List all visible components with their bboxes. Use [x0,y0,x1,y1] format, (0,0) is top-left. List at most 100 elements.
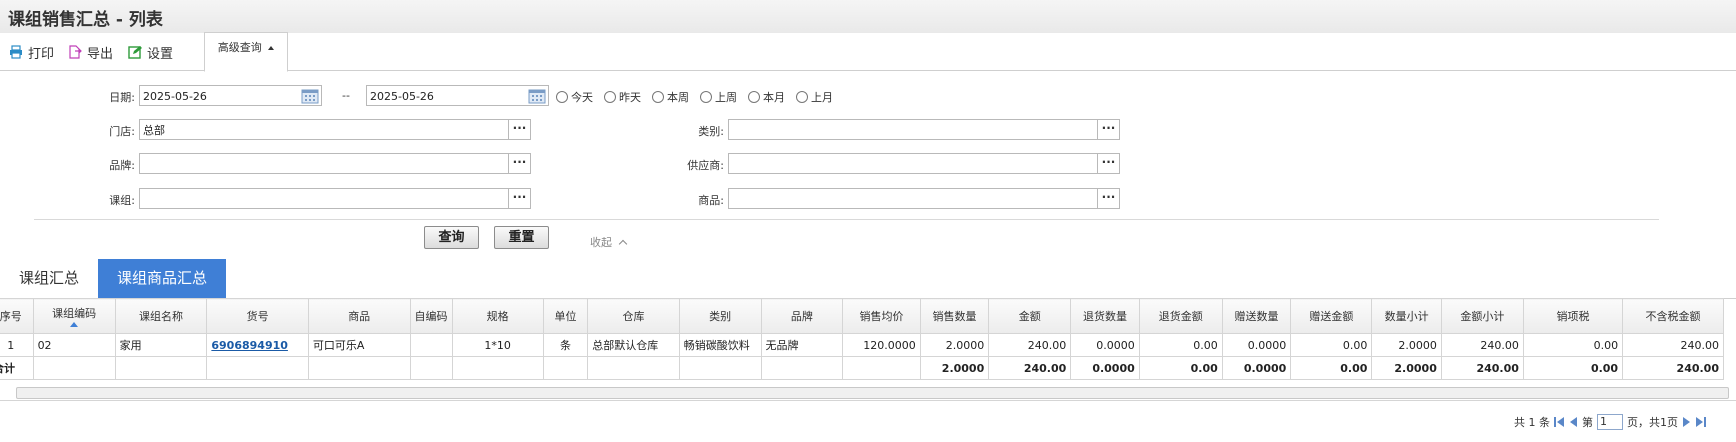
date-label: 日期: [109,91,135,104]
cell: 家用 [114,333,208,357]
date-separator: -- [342,89,350,102]
col-header[interactable]: 退货金额 [1138,298,1223,334]
calendar-icon[interactable] [527,85,547,106]
tab-group-product-summary[interactable]: 课组商品汇总 [98,259,226,298]
cell: 0.00 [1522,333,1624,357]
radio-circle[interactable] [604,91,616,103]
advanced-query-tab[interactable]: 高级查询 [204,32,288,72]
cell: 0.00 [1138,356,1223,380]
form-divider [34,219,1659,220]
cell [451,356,544,380]
ellipsis-icon: ··· [512,121,527,135]
reset-button[interactable]: 重置 [494,226,549,249]
cell: 0.00 [1138,333,1223,357]
date-to-input[interactable]: 2025-05-26 [366,85,549,106]
cell [32,356,116,380]
supplier-input[interactable] [728,153,1098,174]
col-header[interactable]: 赠送数量 [1221,298,1292,334]
chevron-up-icon [618,239,627,249]
prev-page-icon[interactable] [1568,416,1578,428]
brand-picker-button[interactable]: ··· [509,153,531,174]
page-number-input[interactable]: 1 [1597,414,1623,430]
col-header[interactable]: 数量小计 [1371,298,1442,334]
title-bar: 课组销售汇总 - 列表 [0,0,1736,34]
supplier-label: 供应商: [687,159,724,172]
col-header[interactable]: 类别 [678,298,762,334]
export-label: 导出 [87,46,114,62]
col-header[interactable]: 自编码 [409,298,453,334]
cell-link[interactable]: 6906894910 [206,333,309,357]
table-row[interactable]: 1 02 家用 6906894910 可口可乐A 1*10 条 总部默认仓库 畅… [0,333,1724,357]
cell: 2.0000 [1371,356,1442,380]
radio-this-month[interactable]: 本月 [748,89,785,105]
col-header[interactable]: 商品 [307,298,411,334]
col-header[interactable]: 金额小计 [1440,298,1524,334]
col-header[interactable]: 金额 [988,298,1072,334]
col-header[interactable]: 品牌 [760,298,844,334]
product-picker-button[interactable]: ··· [1098,188,1120,209]
radio-circle[interactable] [796,91,808,103]
cell: 2.0000 [919,333,990,357]
radio-today[interactable]: 今天 [556,89,593,105]
tab-group-summary[interactable]: 课组汇总 [0,259,98,298]
cell: 2.0000 [1371,333,1442,357]
radio-circle[interactable] [748,91,760,103]
barcode-link[interactable]: 6906894910 [211,339,288,352]
radio-circle[interactable] [556,91,568,103]
query-button[interactable]: 查询 [424,226,479,249]
brand-input[interactable] [139,153,509,174]
col-header[interactable]: 规格 [451,298,544,334]
group-picker-button[interactable]: ··· [509,188,531,209]
radio-circle[interactable] [700,91,712,103]
cell: 可口可乐A [307,333,411,357]
cell: 畅销碳酸饮料 [678,333,762,357]
col-header-sorted[interactable]: 课组编码 [32,298,116,334]
ellipsis-icon: ··· [1101,155,1116,169]
calendar-icon[interactable] [300,85,320,106]
print-button[interactable]: 打印 [9,42,54,62]
cell: 2.0000 [919,356,990,380]
cell: 无品牌 [760,333,844,357]
col-header[interactable]: 单位 [542,298,589,334]
cell: 0.0000 [1070,356,1140,380]
store-input[interactable]: 总部 [139,119,509,140]
calendar-to-icon [528,89,546,103]
date-from-input[interactable]: 2025-05-26 [139,85,322,106]
col-header[interactable]: 序号 [0,298,34,334]
ellipsis-icon: ··· [1101,190,1116,204]
radio-yesterday[interactable]: 昨天 [604,89,641,105]
export-button[interactable]: 导出 [68,42,113,62]
col-header[interactable]: 课组名称 [114,298,208,334]
grid-bottom-border [0,400,1736,401]
next-page-icon[interactable] [1682,416,1692,428]
category-picker-button[interactable]: ··· [1098,119,1120,140]
last-page-icon[interactable] [1696,416,1706,428]
cell [678,356,762,380]
col-header[interactable]: 不含税金额 [1622,298,1724,334]
col-header[interactable]: 退货数量 [1070,298,1140,334]
cell [114,356,208,380]
col-header[interactable]: 销售数量 [919,298,990,334]
cell: 0.0000 [1221,356,1292,380]
group-input[interactable] [139,188,509,209]
col-header[interactable]: 货号 [206,298,309,334]
product-input[interactable] [728,188,1098,209]
radio-last-week[interactable]: 上周 [700,89,737,105]
store-picker-button[interactable]: ··· [509,119,531,140]
total-row: 合计 2.0000 240.00 0.0000 0.00 0.0000 0.00… [0,356,1724,380]
store-label: 门店: [109,125,135,138]
col-header[interactable]: 赠送金额 [1290,298,1373,334]
col-header[interactable]: 销项税 [1522,298,1624,334]
category-input[interactable] [728,119,1098,140]
col-header[interactable]: 销售均价 [842,298,921,334]
first-page-icon[interactable] [1554,416,1564,428]
page-title: 课组销售汇总 - 列表 [8,10,163,30]
settings-button[interactable]: 设置 [128,42,173,62]
supplier-picker-button[interactable]: ··· [1098,153,1120,174]
horizontal-scrollbar[interactable] [16,387,1729,399]
radio-last-month[interactable]: 上月 [796,89,833,105]
radio-this-week[interactable]: 本周 [652,89,689,105]
col-header[interactable]: 仓库 [587,298,680,334]
radio-circle[interactable] [652,91,664,103]
collapse-toggle[interactable]: 收起 [590,234,627,250]
